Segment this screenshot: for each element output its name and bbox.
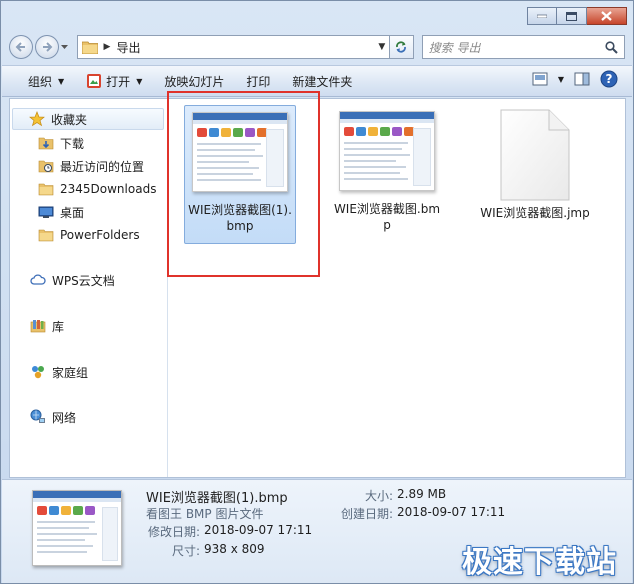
sidebar-item-network[interactable]: 网络 xyxy=(30,406,76,428)
recent-pages-dropdown[interactable] xyxy=(59,35,71,59)
details-size-value: 2.89 MB xyxy=(397,487,447,501)
open-label: 打开 xyxy=(106,74,131,89)
refresh-button[interactable] xyxy=(389,35,414,59)
help-icon[interactable]: ? xyxy=(600,70,618,88)
sidebar-item-label: PowerFolders xyxy=(60,228,140,242)
image-viewer-icon xyxy=(87,74,102,88)
sidebar-item-2345downloads[interactable]: 2345Downloads xyxy=(38,178,156,200)
network-icon xyxy=(30,409,45,423)
folder-icon xyxy=(38,183,54,196)
sidebar-item-label: 库 xyxy=(52,319,65,334)
chevron-down-icon xyxy=(61,44,69,49)
desktop-icon xyxy=(38,206,54,218)
details-dimensions-label: 尺寸: xyxy=(172,544,201,558)
new-folder-button[interactable]: 新建文件夹 xyxy=(288,69,356,93)
sidebar-item-label: 2345Downloads xyxy=(60,182,157,196)
forward-arrow-icon xyxy=(42,42,53,52)
new-folder-label: 新建文件夹 xyxy=(292,74,353,89)
details-thumbnail xyxy=(32,490,122,566)
sidebar-item-label: 网络 xyxy=(52,410,77,425)
cloud-icon xyxy=(30,274,46,285)
refresh-icon xyxy=(396,41,407,53)
navigation-pane: 收藏夹 下载 最近访问的位置 2345Downloads 桌面 PowerFol… xyxy=(10,99,168,477)
file-item-selected[interactable]: WIE浏览器截图(1).bmp xyxy=(184,105,296,244)
chevron-down-icon: ▼ xyxy=(136,76,143,86)
sidebar-item-label: 收藏夹 xyxy=(51,112,88,127)
sidebar-item-downloads[interactable]: 下载 xyxy=(38,132,84,154)
maximize-button[interactable] xyxy=(557,7,587,25)
maximize-icon xyxy=(566,11,577,21)
breadcrumb-separator-icon[interactable]: ▶ xyxy=(104,42,111,52)
organize-label: 组织 xyxy=(28,74,53,89)
caption-buttons xyxy=(527,7,627,25)
search-box[interactable]: 搜索 导出 xyxy=(421,35,625,59)
address-dropdown-icon[interactable]: ▼ xyxy=(375,42,389,52)
slideshow-button[interactable]: 放映幻灯片 xyxy=(160,69,228,93)
search-icon[interactable] xyxy=(605,40,618,54)
address-bar[interactable]: ▶ 导出 ▼ xyxy=(76,35,390,59)
details-size-label: 大小: xyxy=(365,489,394,503)
sidebar-item-homegroup[interactable]: 家庭组 xyxy=(30,361,88,383)
sidebar-item-label: 家庭组 xyxy=(52,365,89,380)
svg-text:?: ? xyxy=(606,72,613,86)
file-name: WIE浏览器截图.jmp xyxy=(480,206,590,220)
details-created-value: 2018-09-07 17:11 xyxy=(397,505,506,519)
back-arrow-icon xyxy=(15,42,25,52)
file-item[interactable]: WIE浏览器截图.bmp xyxy=(331,105,443,244)
watermark-logo: 极速下载站 xyxy=(462,545,617,580)
view-options-icon[interactable] xyxy=(532,72,548,86)
sidebar-item-label: 桌面 xyxy=(60,205,85,220)
sidebar-item-desktop[interactable]: 桌面 xyxy=(38,201,84,223)
sidebar-item-powerfolders[interactable]: PowerFolders xyxy=(38,224,140,246)
preview-pane-icon[interactable] xyxy=(574,72,590,86)
explorer-window: ▶ 导出 ▼ 搜索 导出 组织 ▼ 打开 ▼ 放映幻灯片 打印 新建文件夹 ▼ … xyxy=(0,0,634,584)
library-icon xyxy=(30,320,46,333)
details-dimensions-value: 938 x 809 xyxy=(204,542,265,556)
view-controls: ▼ ? xyxy=(532,70,618,88)
search-input[interactable]: 搜索 导出 xyxy=(429,39,605,56)
sidebar-item-label: WPS云文档 xyxy=(52,273,115,288)
details-modified-label: 修改日期: xyxy=(148,525,201,539)
minimize-button[interactable] xyxy=(527,7,557,25)
view-dropdown-icon[interactable]: ▼ xyxy=(558,75,564,84)
star-icon xyxy=(29,111,45,127)
chevron-down-icon: ▼ xyxy=(58,76,65,86)
breadcrumb-current[interactable]: 导出 xyxy=(116,39,140,56)
file-item[interactable]: WIE浏览器截图.jmp xyxy=(479,105,591,244)
organize-menu[interactable]: 组织 ▼ xyxy=(24,69,68,93)
print-label: 打印 xyxy=(246,74,271,89)
details-created-label: 创建日期: xyxy=(341,507,394,521)
downloads-folder-icon xyxy=(38,137,54,150)
folder-icon xyxy=(38,229,54,242)
file-list: WIE浏览器截图(1).bmp WIE浏览器截图.bmp WIE浏览器截图.jm… xyxy=(169,99,625,477)
close-icon xyxy=(601,11,612,21)
navigation-bar: ▶ 导出 ▼ 搜索 导出 xyxy=(9,34,625,60)
details-file-name: WIE浏览器截图(1).bmp xyxy=(146,491,288,506)
minimize-icon xyxy=(537,14,547,18)
homegroup-icon xyxy=(32,366,44,379)
sidebar-item-recent-places[interactable]: 最近访问的位置 xyxy=(38,155,144,177)
back-button[interactable] xyxy=(9,35,33,59)
forward-button[interactable] xyxy=(34,35,59,59)
open-button[interactable]: 打开 ▼ xyxy=(82,69,146,93)
details-modified-value: 2018-09-07 17:11 xyxy=(204,523,313,537)
blank-document-icon xyxy=(500,109,570,201)
sidebar-item-favorites[interactable]: 收藏夹 xyxy=(12,108,164,130)
details-file-type: 看图王 BMP 图片文件 xyxy=(146,507,264,521)
sidebar-item-library[interactable]: 库 xyxy=(30,315,64,337)
file-thumbnail xyxy=(339,111,435,191)
close-button[interactable] xyxy=(587,7,627,25)
sidebar-item-wps-cloud[interactable]: WPS云文档 xyxy=(30,269,115,291)
folder-icon xyxy=(81,41,98,54)
file-name: WIE浏览器截图(1).bmp xyxy=(188,203,292,233)
content-area: 收藏夹 下载 最近访问的位置 2345Downloads 桌面 PowerFol… xyxy=(9,98,626,478)
file-thumbnail xyxy=(192,112,288,192)
sidebar-item-label: 下载 xyxy=(60,136,85,151)
command-bar: 组织 ▼ 打开 ▼ 放映幻灯片 打印 新建文件夹 ▼ ? xyxy=(2,65,632,97)
recent-places-icon xyxy=(38,160,54,173)
slideshow-label: 放映幻灯片 xyxy=(164,74,225,89)
file-name: WIE浏览器截图.bmp xyxy=(333,202,441,232)
print-button[interactable]: 打印 xyxy=(242,69,274,93)
sidebar-item-label: 最近访问的位置 xyxy=(60,159,145,174)
